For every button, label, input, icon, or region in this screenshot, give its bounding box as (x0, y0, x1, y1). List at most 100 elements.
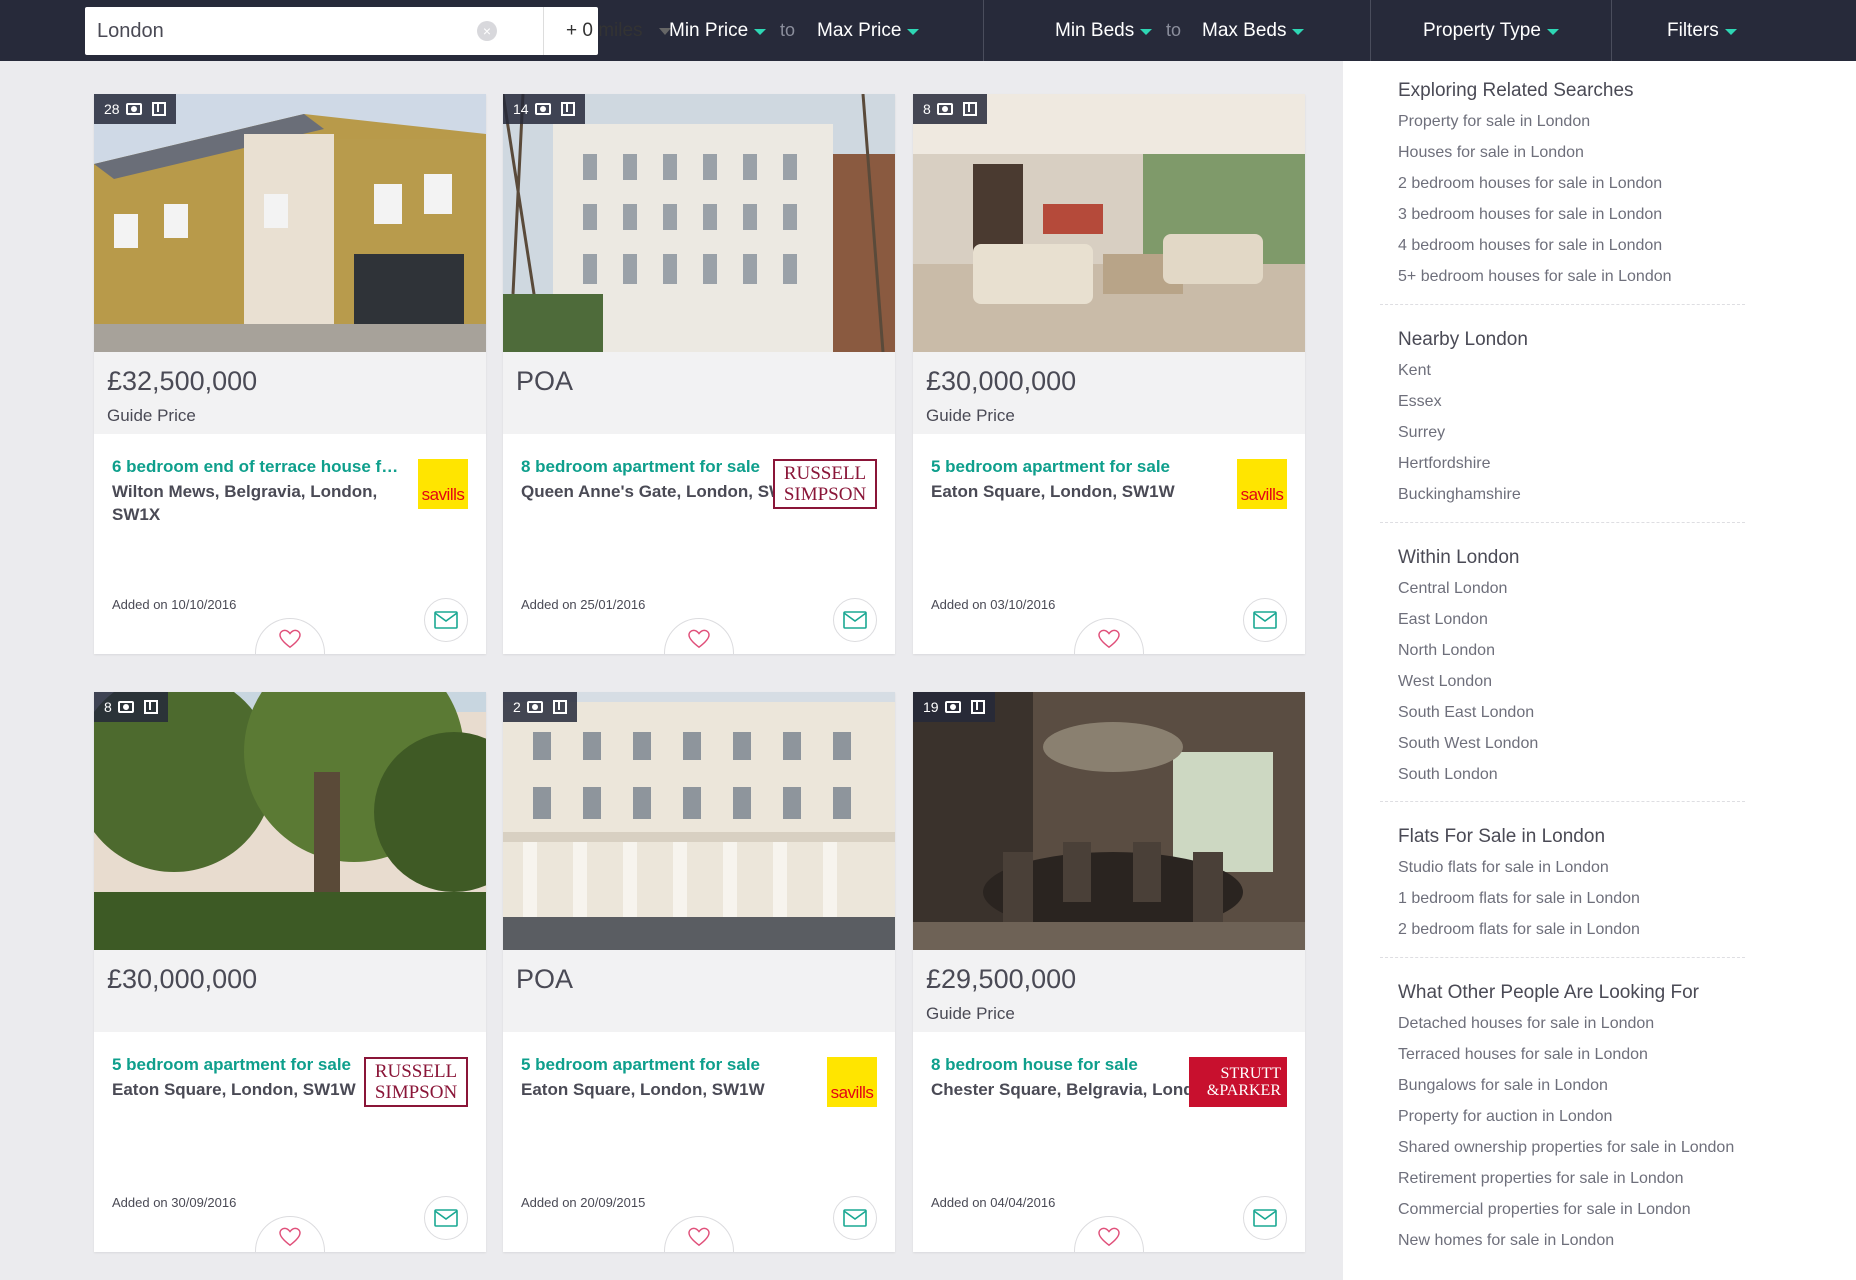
agent-logo[interactable]: RUSSELL SIMPSON (773, 459, 877, 509)
sidebar-link[interactable]: Kent (1398, 355, 1768, 386)
max-beds-label: Max Beds (1202, 19, 1287, 41)
sidebar-link[interactable]: South East London (1398, 697, 1768, 728)
save-favourite-button[interactable] (1074, 618, 1144, 654)
max-beds-dropdown[interactable]: Max Beds (1202, 0, 1305, 61)
sidebar-link[interactable]: Commercial properties for sale in London (1398, 1194, 1768, 1225)
agent-logo[interactable]: savills (827, 1057, 877, 1107)
sidebar-link[interactable]: Houses for sale in London (1398, 137, 1768, 168)
save-favourite-button[interactable] (255, 1216, 325, 1252)
mail-icon (1253, 611, 1277, 629)
floorplan-icon (962, 102, 977, 116)
listing-title-link[interactable]: 5 bedroom apartment for sale (112, 1055, 402, 1075)
agent-logo[interactable]: STRUTT &PARKER (1189, 1057, 1287, 1107)
location-search-input[interactable] (85, 7, 460, 55)
sidebar-link[interactable]: 2 bedroom flats for sale in London (1398, 914, 1768, 945)
property-photo[interactable]: 8 (94, 692, 486, 950)
contact-agent-button[interactable] (833, 1196, 877, 1240)
property-image (94, 692, 486, 950)
listing-title-link[interactable]: 6 bedroom end of terrace house for sale (112, 457, 402, 477)
location-search-box: × + 0 miles (85, 7, 671, 55)
sidebar-link[interactable]: 2 bedroom houses for sale in London (1398, 168, 1768, 199)
sidebar-link[interactable]: Shared ownership properties for sale in … (1398, 1132, 1768, 1163)
sidebar-divider (1380, 304, 1745, 305)
sidebar-link[interactable]: 1 bedroom flats for sale in London (1398, 883, 1768, 914)
filters-dropdown[interactable]: Filters (1667, 0, 1737, 61)
sidebar-link[interactable]: North London (1398, 635, 1768, 666)
camera-icon (936, 103, 953, 115)
heart-icon (279, 629, 301, 648)
listing-card: 8 £30,000,000 5 bedroom apartment for sa… (94, 692, 486, 1252)
save-favourite-button[interactable] (255, 618, 325, 654)
sidebar-link[interactable]: Studio flats for sale in London (1398, 852, 1768, 883)
property-photo[interactable]: 14 (503, 94, 895, 352)
listing-card: 14 POA 8 bedroom apartment for sale Quee… (503, 94, 895, 654)
sidebar-link[interactable]: 4 bedroom houses for sale in London (1398, 230, 1768, 261)
sidebar-link[interactable]: Central London (1398, 573, 1768, 604)
camera-icon (534, 103, 551, 115)
price-qualifier: Guide Price (107, 406, 196, 425)
min-beds-dropdown[interactable]: Min Beds (1055, 0, 1153, 61)
sidebar-link[interactable]: West London (1398, 666, 1768, 697)
sidebar-link[interactable]: Buckinghamshire (1398, 479, 1768, 510)
agent-logo[interactable]: RUSSELL SIMPSON (364, 1057, 468, 1107)
save-favourite-button[interactable] (664, 1216, 734, 1252)
listing-card: 2 POA 5 bedroom apartment for sale Eaton… (503, 692, 895, 1252)
photo-count-badge: 14 (503, 94, 585, 124)
listing-price: POA (516, 366, 574, 396)
property-photo[interactable]: 8 (913, 94, 1305, 352)
sidebar-link[interactable]: Hertfordshire (1398, 448, 1768, 479)
sidebar-link[interactable]: Property for auction in London (1398, 1101, 1768, 1132)
photo-count: 8 (104, 699, 112, 715)
sidebar-link[interactable]: New homes for sale in London (1398, 1225, 1768, 1256)
sidebar-link[interactable]: Terraced houses for sale in London (1398, 1039, 1768, 1070)
property-photo[interactable]: 2 (503, 692, 895, 950)
save-favourite-button[interactable] (664, 618, 734, 654)
photo-count-badge: 2 (503, 692, 577, 722)
savills-logo: savills (418, 459, 468, 509)
sidebar-divider (1380, 522, 1745, 523)
strutt-parker-logo: STRUTT &PARKER (1189, 1057, 1287, 1107)
clear-search-icon[interactable]: × (477, 21, 497, 41)
property-type-dropdown[interactable]: Property Type (1423, 0, 1559, 61)
sidebar-heading: Exploring Related Searches (1398, 80, 1634, 101)
contact-agent-button[interactable] (424, 598, 468, 642)
price-band: £29,500,000 Guide Price (913, 950, 1305, 1032)
sidebar-link[interactable]: Detached houses for sale in London (1398, 1008, 1768, 1039)
sidebar-link[interactable]: East London (1398, 604, 1768, 635)
radius-select[interactable]: + 0 miles (543, 7, 683, 55)
contact-agent-button[interactable] (424, 1196, 468, 1240)
agent-logo[interactable]: savills (1237, 459, 1287, 509)
min-price-dropdown[interactable]: Min Price (669, 0, 767, 61)
listing-title-link[interactable]: 8 bedroom apartment for sale (521, 457, 811, 477)
listing-address: Eaton Square, London, SW1W (521, 1080, 765, 1099)
photo-count-badge: 28 (94, 94, 176, 124)
mail-icon (843, 1209, 867, 1227)
sidebar-link[interactable]: Surrey (1398, 417, 1768, 448)
heart-icon (688, 1227, 710, 1246)
chevron-down-icon (1546, 28, 1559, 35)
min-price-label: Min Price (669, 19, 749, 41)
price-qualifier: Guide Price (926, 1004, 1015, 1023)
sidebar-link[interactable]: Essex (1398, 386, 1768, 417)
sidebar-link[interactable]: Bungalows for sale in London (1398, 1070, 1768, 1101)
property-photo[interactable]: 28 (94, 94, 486, 352)
listing-title-link[interactable]: 5 bedroom apartment for sale (931, 457, 1221, 477)
max-price-dropdown[interactable]: Max Price (817, 0, 920, 61)
mail-icon (434, 1209, 458, 1227)
sidebar-link[interactable]: 5+ bedroom houses for sale in London (1398, 261, 1768, 292)
save-favourite-button[interactable] (1074, 1216, 1144, 1252)
sidebar-link[interactable]: South West London (1398, 728, 1768, 759)
listing-title-link[interactable]: 5 bedroom apartment for sale (521, 1055, 811, 1075)
sidebar-link[interactable]: Property for sale in London (1398, 106, 1768, 137)
sidebar-link[interactable]: 3 bedroom houses for sale in London (1398, 199, 1768, 230)
listing-title-link[interactable]: 8 bedroom house for sale (931, 1055, 1221, 1075)
property-photo[interactable]: 19 (913, 692, 1305, 950)
agent-logo[interactable]: savills (418, 459, 468, 509)
listing-card: 28 £32,500,000 Guide Price 6 bedroom end… (94, 94, 486, 654)
contact-agent-button[interactable] (1243, 1196, 1287, 1240)
chevron-down-icon (1724, 28, 1737, 35)
sidebar-link[interactable]: South London (1398, 759, 1768, 790)
contact-agent-button[interactable] (833, 598, 877, 642)
sidebar-link[interactable]: Retirement properties for sale in London (1398, 1163, 1768, 1194)
contact-agent-button[interactable] (1243, 598, 1287, 642)
